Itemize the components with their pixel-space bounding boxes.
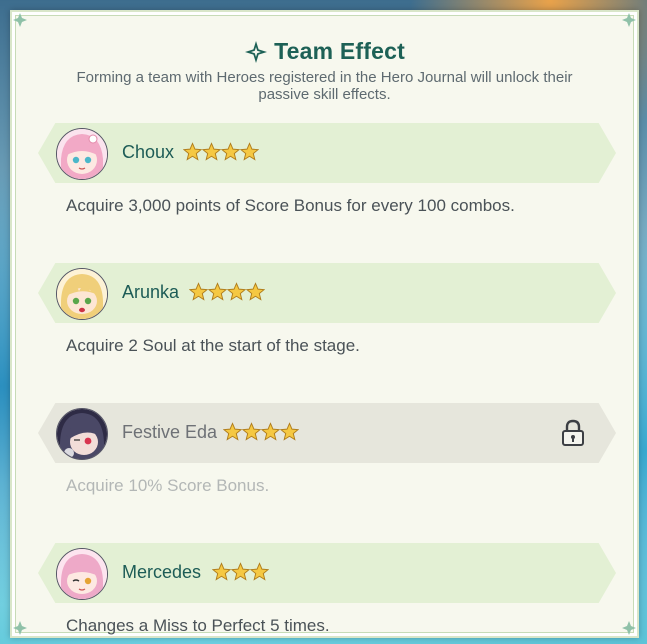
corner-ornament-icon xyxy=(622,13,636,27)
hero-name: Choux xyxy=(122,142,175,162)
lock-icon xyxy=(562,419,584,446)
star-icon xyxy=(227,282,246,301)
star-icon xyxy=(240,142,259,161)
star-rating xyxy=(183,141,259,163)
corner-ornament-icon xyxy=(13,621,27,635)
page-subtitle: Forming a team with Heroes registered in… xyxy=(76,69,573,103)
hero-name: Arunka xyxy=(122,282,180,302)
star-icon xyxy=(202,142,221,161)
hero-avatar xyxy=(56,408,108,460)
star-icon xyxy=(208,282,227,301)
star-rating xyxy=(189,281,265,303)
title-row: Team Effect xyxy=(12,38,637,65)
star-rating xyxy=(223,421,299,443)
corner-ornament-icon xyxy=(622,621,636,635)
sparkle-icon xyxy=(244,40,268,64)
star-icon xyxy=(242,422,261,441)
star-icon xyxy=(280,422,299,441)
star-icon xyxy=(183,142,202,161)
hero-avatar xyxy=(56,268,108,320)
star-icon xyxy=(221,142,240,161)
star-icon xyxy=(261,422,280,441)
page-title: Team Effect xyxy=(274,38,405,64)
corner-ornament-icon xyxy=(13,13,27,27)
star-icon xyxy=(246,282,265,301)
hero-effect-text: Acquire 2 Soul at the start of the stage… xyxy=(66,336,360,355)
hero-effect-text: Acquire 10% Score Bonus. xyxy=(66,476,270,495)
star-icon xyxy=(212,562,231,581)
star-icon xyxy=(189,282,208,301)
star-icon xyxy=(231,562,250,581)
hero-avatar xyxy=(56,548,108,600)
star-rating xyxy=(212,561,269,583)
panel-header: Team Effect Forming a team with Heroes r… xyxy=(12,38,637,103)
hero-name: Mercedes xyxy=(122,562,202,582)
team-effect-panel: Team Effect Forming a team with Heroes r… xyxy=(10,10,639,638)
hero-avatar xyxy=(56,128,108,180)
hero-name: Festive Eda xyxy=(122,422,218,442)
star-icon xyxy=(250,562,269,581)
hero-effect-text: Acquire 3,000 points of Score Bonus for … xyxy=(66,196,515,215)
hero-effect-text: Changes a Miss to Perfect 5 times. xyxy=(66,616,330,635)
star-icon xyxy=(223,422,242,441)
